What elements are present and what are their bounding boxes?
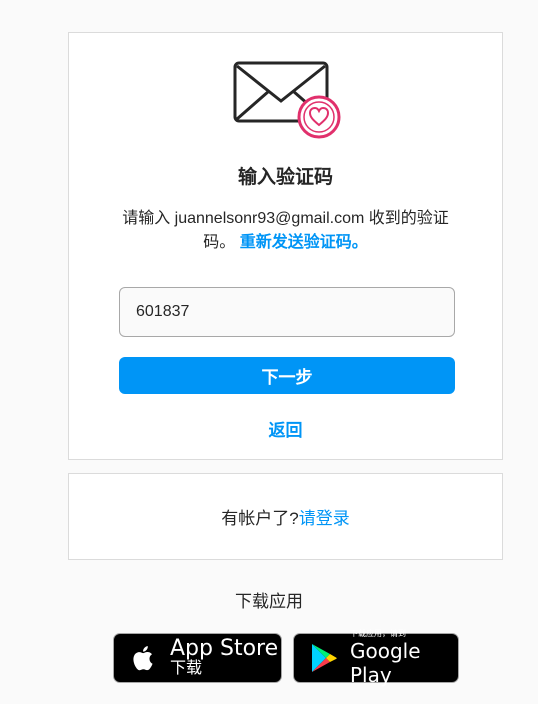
- heart-badge-icon: [297, 95, 341, 139]
- verification-description: 请输入 juannelsonr93@gmail.com 收到的验证码。 重新发送…: [107, 207, 464, 255]
- app-store-badge[interactable]: App Store 下载: [113, 633, 282, 683]
- app-store-subtitle: 下载: [170, 660, 203, 677]
- login-prompt-text: 有帐户了?: [221, 509, 299, 528]
- google-play-badge[interactable]: 下载应用，请到 Google Play: [293, 629, 459, 687]
- apple-logo-icon: [133, 646, 153, 671]
- next-button[interactable]: 下一步: [119, 357, 455, 394]
- back-link[interactable]: 返回: [69, 416, 502, 441]
- google-play-subtitle: 下载应用，请到: [350, 629, 406, 638]
- verification-code-input[interactable]: [119, 287, 455, 337]
- get-app-label: 下载应用: [235, 592, 303, 611]
- resend-code-link[interactable]: 重新发送验证码。: [240, 234, 368, 251]
- login-link[interactable]: 请登录: [299, 504, 350, 529]
- google-play-title: Google Play: [350, 639, 421, 687]
- envelope-icon: [233, 61, 341, 139]
- page-title: 输入验证码: [237, 167, 333, 188]
- login-prompt-card: 有帐户了? 请登录: [68, 473, 503, 560]
- app-store-title: App Store: [170, 636, 279, 661]
- verification-card: 输入验证码 请输入 juannelsonr93@gmail.com 收到的验证码…: [68, 32, 503, 460]
- google-play-logo-icon: [312, 644, 337, 672]
